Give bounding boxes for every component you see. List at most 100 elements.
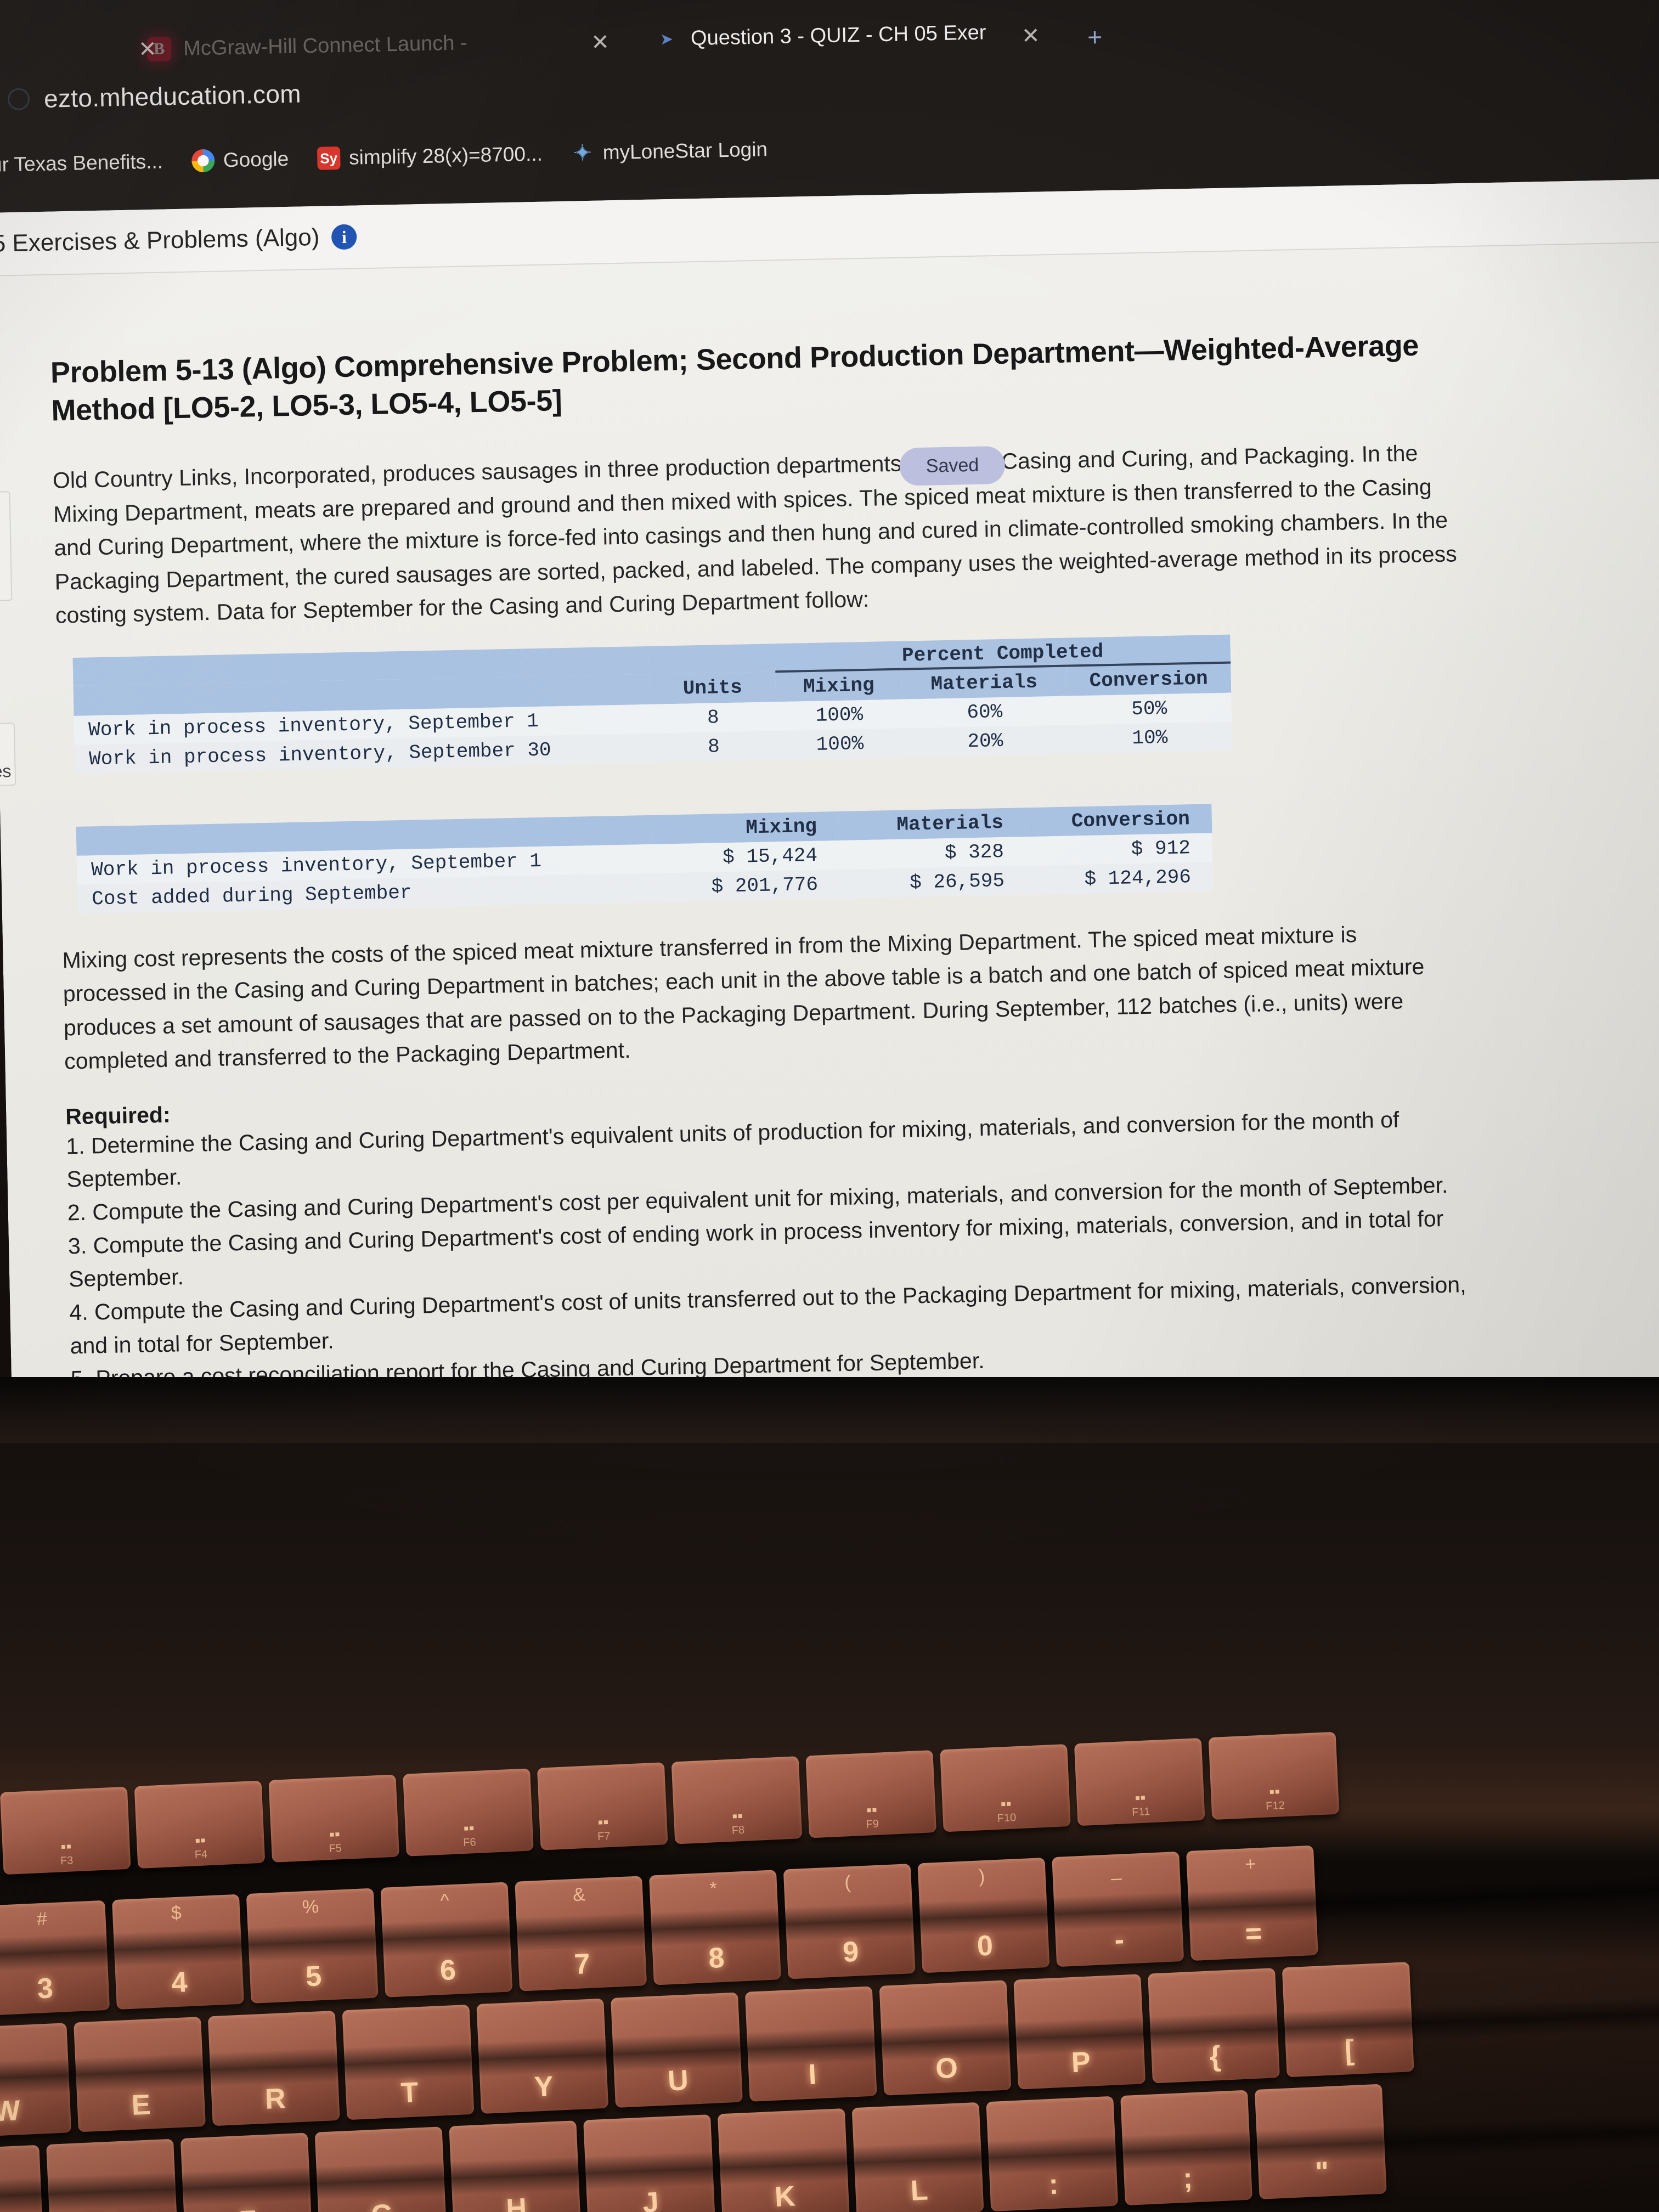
key-"[interactable]: " xyxy=(1254,2084,1387,2199)
assignment-page: 05 Exercises & Problems (Algo) i es Prob… xyxy=(0,178,1659,1415)
key-f9[interactable]: ▪▪ F9 xyxy=(805,1750,936,1838)
browser-tab-question-3[interactable]: ➤ Question 3 - QUIZ - CH 05 Exer xyxy=(640,8,1058,63)
key-;[interactable]: ; xyxy=(1120,2090,1252,2206)
key-label: G xyxy=(370,2198,394,2212)
key-f10[interactable]: ▪▪ F10 xyxy=(940,1743,1071,1832)
table-cell-conversion: 10% xyxy=(1067,721,1233,754)
key-shift-label: & xyxy=(572,1884,586,1906)
close-icon[interactable]: ✕ xyxy=(138,37,157,63)
bookmark-item-google[interactable]: Google xyxy=(177,147,303,173)
table-cell-materials: $ 26,595 xyxy=(839,865,1027,899)
key-label: [ xyxy=(1344,2034,1355,2067)
key-d[interactable]: D xyxy=(46,2138,178,2212)
table-cell-conversion: $ 912 xyxy=(1025,833,1213,866)
requirements-list: 1. Determine the Casing and Curing Depar… xyxy=(66,1102,1475,1396)
close-icon[interactable]: ✕ xyxy=(591,30,610,55)
key-p[interactable]: P xyxy=(1013,1974,1146,2090)
key-label: 5 xyxy=(304,1960,323,1993)
key-label: P xyxy=(1070,2046,1091,2079)
key-w[interactable]: W xyxy=(0,2023,72,2138)
key-label: F9 xyxy=(866,1818,879,1831)
key-e[interactable]: E xyxy=(74,2017,206,2132)
table-header-cell-mixing: Mixing xyxy=(652,811,839,844)
key-label: W xyxy=(0,2095,21,2128)
key-label: F xyxy=(239,2204,258,2212)
key-:[interactable]: : xyxy=(986,2096,1119,2212)
info-icon[interactable]: i xyxy=(331,224,357,250)
key-f7[interactable]: ▪▪ F7 xyxy=(537,1762,668,1850)
key-f5[interactable]: ▪▪ F5 xyxy=(268,1774,399,1863)
key-f6[interactable]: ▪▪ F6 xyxy=(403,1768,534,1857)
key-f8[interactable]: ▪▪ F8 xyxy=(671,1756,803,1844)
units-table-wrapper: Percent Completed Units Mixing Materials… xyxy=(72,630,1463,774)
key-9[interactable]: (9 xyxy=(783,1864,916,1979)
problem-note-text: Mixing cost represents the costs of the … xyxy=(62,921,1425,1074)
sidebar-tab-fragment[interactable] xyxy=(0,491,13,602)
key-6[interactable]: ^ 6 xyxy=(380,1882,513,1997)
address-bar-url: ezto.mheducation.com xyxy=(43,79,302,113)
key-label: 6 xyxy=(439,1954,457,1987)
laptop-screen: B McGraw-Hill Connect Launch - ➤ Questio… xyxy=(0,0,1659,1415)
key-s[interactable]: S xyxy=(0,2145,44,2212)
key-label: R xyxy=(264,2083,286,2115)
key-label: : xyxy=(1048,2168,1059,2201)
key-label: J xyxy=(642,2186,659,2212)
key-u[interactable]: U xyxy=(611,1992,743,2108)
key-o[interactable]: O xyxy=(879,1980,1012,2096)
key-label: = xyxy=(1244,1917,1263,1950)
bookmark-label: Google xyxy=(223,147,289,172)
key-=[interactable]: + = xyxy=(1186,1845,1318,1961)
key-g[interactable]: G xyxy=(314,2126,447,2212)
key-label: H xyxy=(505,2192,528,2212)
key-label: " xyxy=(1314,2156,1330,2189)
key-4[interactable]: $4 xyxy=(112,1894,244,2010)
key-label: E xyxy=(131,2089,151,2121)
key-y[interactable]: Y xyxy=(476,1998,609,2114)
key-label: 7 xyxy=(573,1948,591,1981)
bookmark-item-simplify[interactable]: Sy simplify 28(x)=8700... xyxy=(303,142,557,170)
key-f[interactable]: F xyxy=(180,2132,313,2212)
key-i[interactable]: I xyxy=(744,1986,877,2102)
key-t[interactable]: T xyxy=(342,2004,475,2120)
browser-tab-mcgraw-hill[interactable]: B McGraw-Hill Connect Launch - xyxy=(132,17,583,73)
key-h[interactable]: H xyxy=(449,2120,582,2212)
bookmarks-bar: our Texas Benefits... Google Sy simplify… xyxy=(0,138,782,177)
laptop-hinge xyxy=(0,1377,1659,1443)
key-label: F10 xyxy=(997,1812,1017,1825)
key-label: K xyxy=(774,2180,796,2212)
key-8[interactable]: * 8 xyxy=(649,1870,781,1985)
key-f12[interactable]: ▪▪ F12 xyxy=(1208,1731,1340,1820)
key-f11[interactable]: ▪▪ F11 xyxy=(1074,1737,1205,1826)
key--[interactable]: _ - xyxy=(1052,1851,1184,1967)
key-label: Y xyxy=(533,2070,554,2103)
photo-of-laptop-screen: B McGraw-Hill Connect Launch - ➤ Questio… xyxy=(0,0,1659,2212)
key-f4[interactable]: ▪▪ F4 xyxy=(134,1780,266,1869)
bookmark-item-texas-benefits[interactable]: our Texas Benefits... xyxy=(0,150,177,177)
key-7[interactable]: & 7 xyxy=(515,1876,647,1991)
key-label: 9 xyxy=(842,1936,860,1968)
key-shift-label: $ xyxy=(170,1902,182,1924)
key-f3[interactable]: ▪▪ F3 xyxy=(0,1786,131,1875)
table-header-cell-conversion: Conversion xyxy=(1025,804,1212,837)
key-3[interactable]: #3 xyxy=(0,1900,110,2016)
bookmark-label: simplify 28(x)=8700... xyxy=(348,142,543,169)
problem-intro-text: Old Country Links, Incorporated, produce… xyxy=(52,440,1458,628)
bookmark-item-mylonestar[interactable]: ✦ myLoneStar Login xyxy=(556,138,782,165)
key-0[interactable]: ) 0 xyxy=(917,1858,1050,1973)
key-l[interactable]: L xyxy=(851,2102,984,2212)
keyboard[interactable]: ▪▪ F3 ▪▪ F4 ▪▪ F5 ▪▪ F6 ▪▪ F7 ▪▪ F8 ▪▪ F9 ▪▪ F10 ▪▪ F11 ▪▪… xyxy=(0,1714,1659,2212)
table-cell-mixing: $ 201,776 xyxy=(653,869,840,902)
key-r[interactable]: R xyxy=(207,2010,340,2126)
address-bar[interactable]: ezto.mheducation.com xyxy=(7,78,302,114)
site-info-icon[interactable] xyxy=(7,88,30,111)
table-header-cell-conversion: Conversion xyxy=(1066,662,1232,696)
table-header-cell-materials: Materials xyxy=(901,665,1067,699)
new-tab-button[interactable]: + xyxy=(1087,22,1103,52)
key-k[interactable]: K xyxy=(717,2108,850,2212)
key-[[interactable]: [ xyxy=(1282,1962,1414,2078)
table-header-cell-materials: Materials xyxy=(838,807,1026,840)
key-5[interactable]: % 5 xyxy=(246,1888,379,2004)
close-icon[interactable]: ✕ xyxy=(1022,23,1040,49)
key-{[interactable]: { xyxy=(1148,1968,1280,2084)
key-j[interactable]: J xyxy=(583,2114,715,2212)
